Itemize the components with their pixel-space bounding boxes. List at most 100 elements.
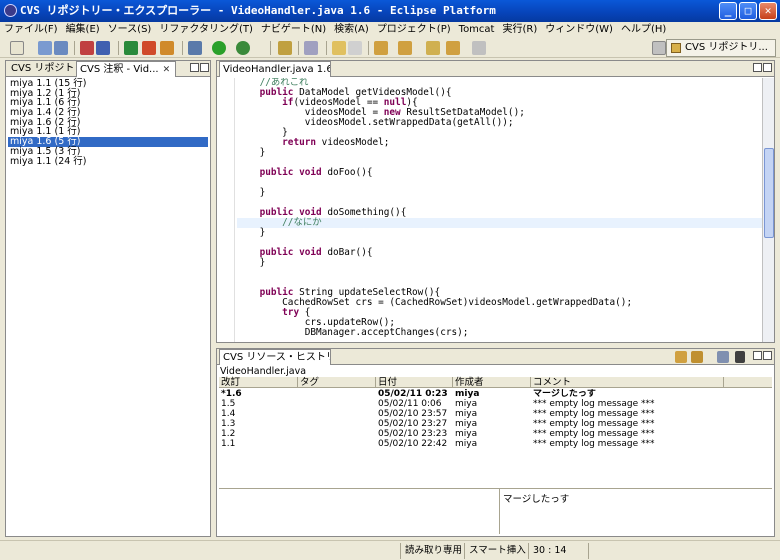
history-table: 改訂 タグ 日付 作成者 コメント *1.6 05/02/11 0:23 miya マ…: [219, 377, 772, 487]
code-line: }: [237, 228, 762, 238]
status-extra: [588, 543, 774, 559]
toolbar-separator: [368, 41, 369, 55]
table-row[interactable]: 1.1 05/02/10 22:42 miya *** empty log messa…: [219, 439, 772, 449]
menu-item[interactable]: 検索(A): [330, 22, 373, 38]
print-icon[interactable]: [54, 41, 68, 55]
table-row[interactable]: 1.3 05/02/10 23:27 miya *** empty log messa…: [219, 419, 772, 429]
comment-detail[interactable]: マージしたっす: [499, 489, 772, 534]
code-text: }: [237, 257, 266, 268]
menu-item[interactable]: プロジェクト(P): [373, 22, 455, 38]
tomcat-start-icon[interactable]: [124, 41, 138, 55]
tab-editor-file[interactable]: VideoHandler.java 1.6✕: [219, 61, 331, 77]
menu-item[interactable]: ヘルプ(H): [617, 22, 670, 38]
open-type-icon[interactable]: [278, 41, 292, 55]
maximize-view-icon[interactable]: [200, 63, 209, 72]
close-button[interactable]: ✕: [759, 2, 777, 20]
save-icon[interactable]: [38, 41, 52, 55]
code-line: public void doFoo(){: [237, 168, 762, 178]
column-header-date[interactable]: 日付: [376, 377, 453, 388]
code-line: }: [237, 188, 762, 198]
minimize-view-icon[interactable]: [753, 63, 762, 72]
menu-item[interactable]: 実行(R): [498, 22, 541, 38]
menu-item[interactable]: ファイル(F): [0, 22, 62, 38]
back-icon[interactable]: [446, 41, 460, 55]
table-row[interactable]: 1.5 05/02/11 0:06 miya *** empty log messag…: [219, 399, 772, 409]
menu-item[interactable]: 編集(E): [62, 22, 104, 38]
history-detail-area: マージしたっす: [219, 488, 772, 534]
code-line: }: [237, 148, 762, 158]
history-tab-row: CVS リソース・ヒストリー✕: [217, 349, 774, 365]
menu-item[interactable]: ナビゲート(N): [257, 22, 330, 38]
cell-comment: *** empty log message ***: [533, 419, 655, 429]
cvs-icon[interactable]: [80, 41, 94, 55]
annotation-icon[interactable]: [332, 41, 346, 55]
cell-date: 05/02/10 22:42: [378, 439, 448, 449]
code-text: doFoo(){: [321, 167, 373, 178]
editor-scrollbar[interactable]: [762, 78, 774, 342]
code-editor[interactable]: //あれこれ public DataModel getVideosModel()…: [237, 78, 762, 342]
list-item[interactable]: miya 1.1 (24 行): [8, 156, 208, 167]
column-header-author[interactable]: 作成者: [453, 377, 531, 388]
scrollbar-thumb[interactable]: [764, 148, 774, 238]
external-tools-icon[interactable]: [236, 41, 250, 55]
minimize-view-icon[interactable]: [753, 351, 762, 360]
link-editor-icon[interactable]: [691, 351, 703, 363]
cell-tag: [298, 439, 376, 449]
filter-icon[interactable]: [717, 351, 729, 363]
code-text: doSomething(){: [321, 207, 407, 218]
run-icon[interactable]: [212, 41, 226, 55]
cell-rev: 1.2: [221, 429, 236, 439]
editor-panel: VideoHandler.java 1.6✕ //あれこれ public Dat…: [216, 60, 775, 343]
view-menu-icon[interactable]: [735, 351, 745, 363]
toolbar: [0, 38, 780, 58]
maximize-view-icon[interactable]: [763, 351, 772, 360]
code-text: DBManager.acceptChanges(crs);: [237, 327, 469, 338]
table-row[interactable]: 1.4 05/02/10 23:57 miya *** empty log messa…: [219, 409, 772, 419]
cell-rev: 1.4: [221, 409, 236, 419]
next-annotation-icon[interactable]: [374, 41, 388, 55]
menu-item[interactable]: リファクタリング(T): [155, 22, 257, 38]
minimize-view-icon[interactable]: [190, 63, 199, 72]
code-line: return videosModel;: [237, 138, 762, 148]
close-icon[interactable]: ✕: [163, 65, 171, 75]
tab-label: CVS 注釈 - Vid...: [80, 64, 159, 75]
table-row[interactable]: *1.6 05/02/11 0:23 miya マージしたっす: [219, 389, 772, 399]
cell-date: 05/02/11 0:23: [378, 389, 448, 399]
column-header-tag[interactable]: タグ: [298, 377, 376, 388]
menu-item[interactable]: Tomcat: [455, 22, 499, 38]
table-row[interactable]: 1.2 05/02/10 23:23 miya *** empty log messa…: [219, 429, 772, 439]
eclipse-icon: [4, 4, 17, 17]
code-line: DBManager.acceptChanges(crs);: [237, 328, 762, 338]
debug-icon[interactable]: [188, 41, 202, 55]
menu-item[interactable]: ウィンドウ(W): [541, 22, 617, 38]
cell-author: miya: [455, 389, 480, 399]
tomcat-stop-icon[interactable]: [142, 41, 156, 55]
toggle-icon[interactable]: [348, 41, 362, 55]
maximize-view-icon[interactable]: [763, 63, 772, 72]
toolbar-separator: [298, 41, 299, 55]
refresh-icon[interactable]: [675, 351, 687, 363]
search-icon[interactable]: [304, 41, 318, 55]
column-header-comment[interactable]: コメント: [531, 377, 724, 388]
tab-cvs-history[interactable]: CVS リソース・ヒストリー✕: [219, 349, 331, 365]
history-table-header: 改訂 タグ 日付 作成者 コメント: [219, 377, 772, 388]
maximize-button[interactable]: □: [739, 2, 757, 20]
column-header-revision[interactable]: 改訂: [219, 377, 298, 388]
minimize-button[interactable]: _: [719, 2, 737, 20]
left-tab-row: CVS リポジトリー CVS 注釈 - Vid... ✕: [6, 61, 210, 77]
forward-icon[interactable]: [472, 41, 486, 55]
cvs-compare-icon[interactable]: [96, 41, 110, 55]
code-text: videosModel;: [316, 137, 390, 148]
perspective-switcher[interactable]: CVS リポジトリ...: [666, 39, 776, 57]
previous-annotation-icon[interactable]: [398, 41, 412, 55]
menu-item[interactable]: ソース(S): [104, 22, 156, 38]
new-icon[interactable]: [10, 41, 24, 55]
perspective-label: CVS リポジトリ...: [685, 42, 768, 53]
tab-cvs-repository[interactable]: CVS リポジトリー: [8, 61, 74, 77]
last-edit-icon[interactable]: [426, 41, 440, 55]
open-perspective-icon[interactable]: [652, 41, 666, 55]
cell-author: miya: [455, 439, 478, 449]
tab-cvs-annotate[interactable]: CVS 注釈 - Vid... ✕: [76, 61, 176, 77]
tomcat-restart-icon[interactable]: [160, 41, 174, 55]
